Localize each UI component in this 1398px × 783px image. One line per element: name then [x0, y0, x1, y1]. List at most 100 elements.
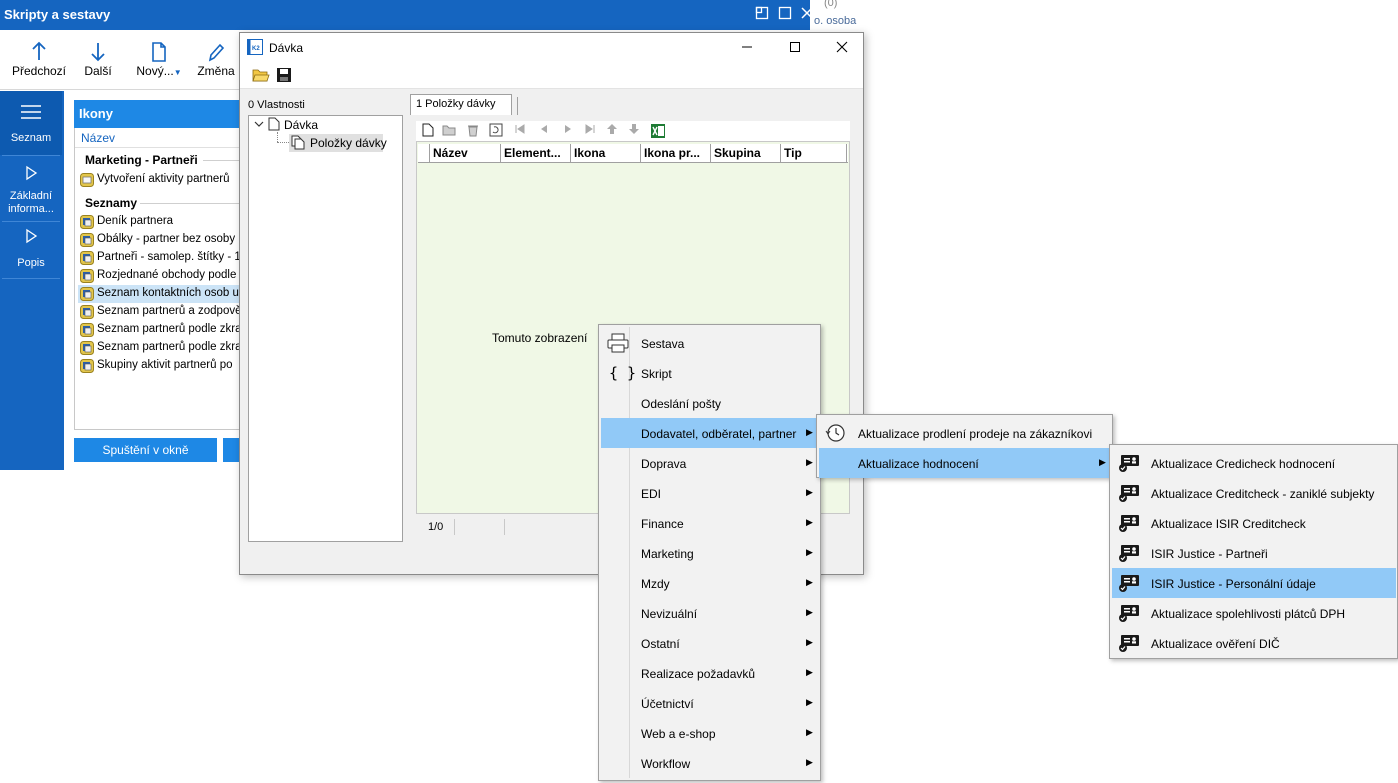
menu-item-credicheck-hodnoceni[interactable]: Aktualizace Credicheck hodnocení — [1112, 448, 1396, 478]
column-header-ikona[interactable]: Ikona — [571, 144, 641, 163]
menu-item-overeni-dic[interactable]: Aktualizace ověření DIČ — [1112, 628, 1396, 658]
list-item[interactable]: Obálky - partner bez osoby — [78, 231, 242, 249]
list-item[interactable]: Partneři - samolep. štítky - 1 — [78, 249, 242, 267]
submenu-arrow-icon: ▶ — [806, 727, 813, 737]
person-card-check-icon — [1118, 543, 1140, 566]
menu-item-doprava[interactable]: Doprava ▶ — [601, 448, 818, 478]
minimize-icon[interactable] — [735, 37, 759, 59]
menu-item-creditcheck-zanikle[interactable]: Aktualizace Creditcheck - zaniklé subjek… — [1112, 478, 1396, 508]
tree-connector — [277, 132, 278, 142]
properties-label[interactable]: 0 Vlastnosti — [248, 99, 305, 111]
column-header-element[interactable]: Element... — [501, 144, 571, 163]
menu-item-edi[interactable]: EDI ▶ — [601, 478, 818, 508]
davka-toolbar — [240, 63, 863, 89]
column-header-nazev[interactable]: Název — [75, 128, 243, 148]
submenu-arrow-icon: ▶ — [806, 487, 813, 497]
restore-icon[interactable] — [752, 5, 772, 25]
davka-titlebar[interactable]: K2 Dávka — [240, 33, 863, 63]
group-header-marketing: Marketing - Partneři — [85, 153, 198, 167]
open-folder-icon[interactable] — [252, 67, 270, 86]
list-item-label: Deník partnera — [97, 215, 174, 227]
edit-label: Změna — [197, 64, 235, 78]
column-header-nazev[interactable]: Název — [430, 144, 501, 163]
last-record-icon[interactable] — [584, 123, 600, 139]
open-record-icon[interactable] — [442, 123, 458, 139]
menu-item-dodavatel-odberatel-partner[interactable]: Dodavatel, odběratel, partner ▶ — [601, 418, 818, 448]
run-in-window-button[interactable]: Spuštění v okně — [74, 438, 217, 462]
report-script-icon — [80, 233, 94, 249]
refresh-icon[interactable] — [489, 123, 505, 139]
grid-header-indicator — [418, 144, 430, 163]
tree-root-document-icon — [268, 117, 280, 134]
nav-item-zakladni-informace[interactable]: Základní informa... — [0, 157, 62, 221]
previous-button[interactable]: Předchozí — [8, 30, 70, 90]
close-icon[interactable] — [830, 37, 854, 59]
first-record-icon[interactable] — [514, 123, 530, 139]
menu-item-realizace-pozadavku[interactable]: Realizace požadavků ▶ — [601, 658, 818, 688]
report-script-icon — [80, 341, 94, 357]
menu-item-ostatni[interactable]: Ostatní ▶ — [601, 628, 818, 658]
nav-item-seznam[interactable]: Seznam — [0, 91, 62, 155]
list-item-label: Seznam partnerů podle zkra — [97, 323, 242, 335]
previous-record-icon[interactable] — [538, 123, 554, 139]
next-button[interactable]: Další — [74, 30, 122, 90]
menu-item-isir-justice-personalni-udaje[interactable]: ISIR Justice - Personální údaje — [1112, 568, 1396, 598]
report-script-icon — [80, 323, 94, 339]
menu-item-sestava[interactable]: Sestava — [601, 328, 818, 358]
new-record-icon[interactable] — [422, 123, 438, 139]
menu-item-finance[interactable]: Finance ▶ — [601, 508, 818, 538]
menu-item-mzdy[interactable]: Mzdy ▶ — [601, 568, 818, 598]
tree-node-polozky-davky[interactable]: Položky dávky — [310, 136, 387, 150]
menu-item-ucetnictvi[interactable]: Účetnictví ▶ — [601, 688, 818, 718]
maximize-icon[interactable] — [783, 37, 807, 59]
column-header-ikona-pr[interactable]: Ikona pr... — [641, 144, 711, 163]
next-record-icon[interactable] — [562, 123, 578, 139]
nav-divider — [2, 221, 60, 222]
delete-record-icon[interactable] — [466, 123, 482, 139]
menu-item-marketing[interactable]: Marketing ▶ — [601, 538, 818, 568]
list-icon — [0, 103, 62, 124]
list-item[interactable]: Vytvoření aktivity partnerů — [78, 171, 242, 189]
column-header-skupina[interactable]: Skupina — [711, 144, 781, 163]
menu-item-spolehlivost-platcu-dph[interactable]: Aktualizace spolehlivosti plátců DPH — [1112, 598, 1396, 628]
menu-item-aktualizace-hodnoceni[interactable]: Aktualizace hodnocení ▶ — [819, 448, 1110, 478]
menu-item-label: Doprava — [641, 457, 687, 471]
move-up-icon[interactable] — [606, 123, 622, 139]
new-button[interactable]: Nový...▼ — [134, 30, 184, 90]
icons-panel-title: Ikony — [74, 100, 244, 128]
status-divider — [504, 519, 505, 535]
skripty-titlebar[interactable]: Skripty a sestavy — [0, 0, 864, 30]
submenu-arrow-icon: ▶ — [1099, 457, 1106, 467]
list-item[interactable]: Rozjednané obchody podle — [78, 267, 242, 285]
person-card-check-icon — [1118, 573, 1140, 596]
list-item[interactable]: Seznam partnerů podle zkra — [78, 321, 242, 339]
maximize-icon[interactable] — [775, 5, 795, 25]
menu-item-label: Odeslání pošty — [641, 397, 722, 411]
tree-node-davka[interactable]: Dávka — [284, 118, 318, 132]
person-card-check-icon — [1118, 633, 1140, 656]
list-item[interactable]: Seznam partnerů a zodpově — [78, 303, 242, 321]
menu-item-skript[interactable]: { } Skript — [601, 358, 818, 388]
list-item-label: Vytvoření aktivity partnerů — [97, 173, 230, 185]
tree-expand-icon[interactable] — [254, 119, 264, 132]
edit-button[interactable]: Změna — [192, 30, 240, 90]
excel-export-icon[interactable] — [650, 123, 666, 139]
list-item[interactable]: Deník partnera — [78, 213, 242, 231]
list-item[interactable]: Seznam partnerů podle zkra — [78, 339, 242, 357]
tab-polozky-davky[interactable]: 1 Položky dávky — [410, 94, 512, 115]
menu-item-isir-justice-partneri[interactable]: ISIR Justice - Partneři — [1112, 538, 1396, 568]
column-header-tip[interactable]: Tip — [781, 144, 847, 163]
menu-item-odeslani-posty[interactable]: Odeslání pošty — [601, 388, 818, 418]
menu-item-aktualizace-prodleni[interactable]: Aktualizace prodlení prodeje na zákazník… — [819, 418, 1110, 448]
list-item[interactable]: Skupiny aktivit partnerů po — [78, 357, 242, 375]
nav-item-popis[interactable]: Popis — [0, 223, 62, 277]
list-item-selected[interactable]: Seznam kontaktních osob u — [78, 285, 242, 303]
menu-item-nevizualni[interactable]: Nevizuální ▶ — [601, 598, 818, 628]
menu-item-isir-creditcheck[interactable]: Aktualizace ISIR Creditcheck — [1112, 508, 1396, 538]
move-down-icon[interactable] — [628, 123, 644, 139]
menu-item-workflow[interactable]: Workflow ▶ — [601, 748, 818, 778]
menu-item-label: Aktualizace ISIR Creditcheck — [1151, 517, 1306, 531]
menu-item-label: Web a e-shop — [641, 727, 716, 741]
save-icon[interactable] — [276, 67, 292, 86]
menu-item-web-a-eshop[interactable]: Web a e-shop ▶ — [601, 718, 818, 748]
